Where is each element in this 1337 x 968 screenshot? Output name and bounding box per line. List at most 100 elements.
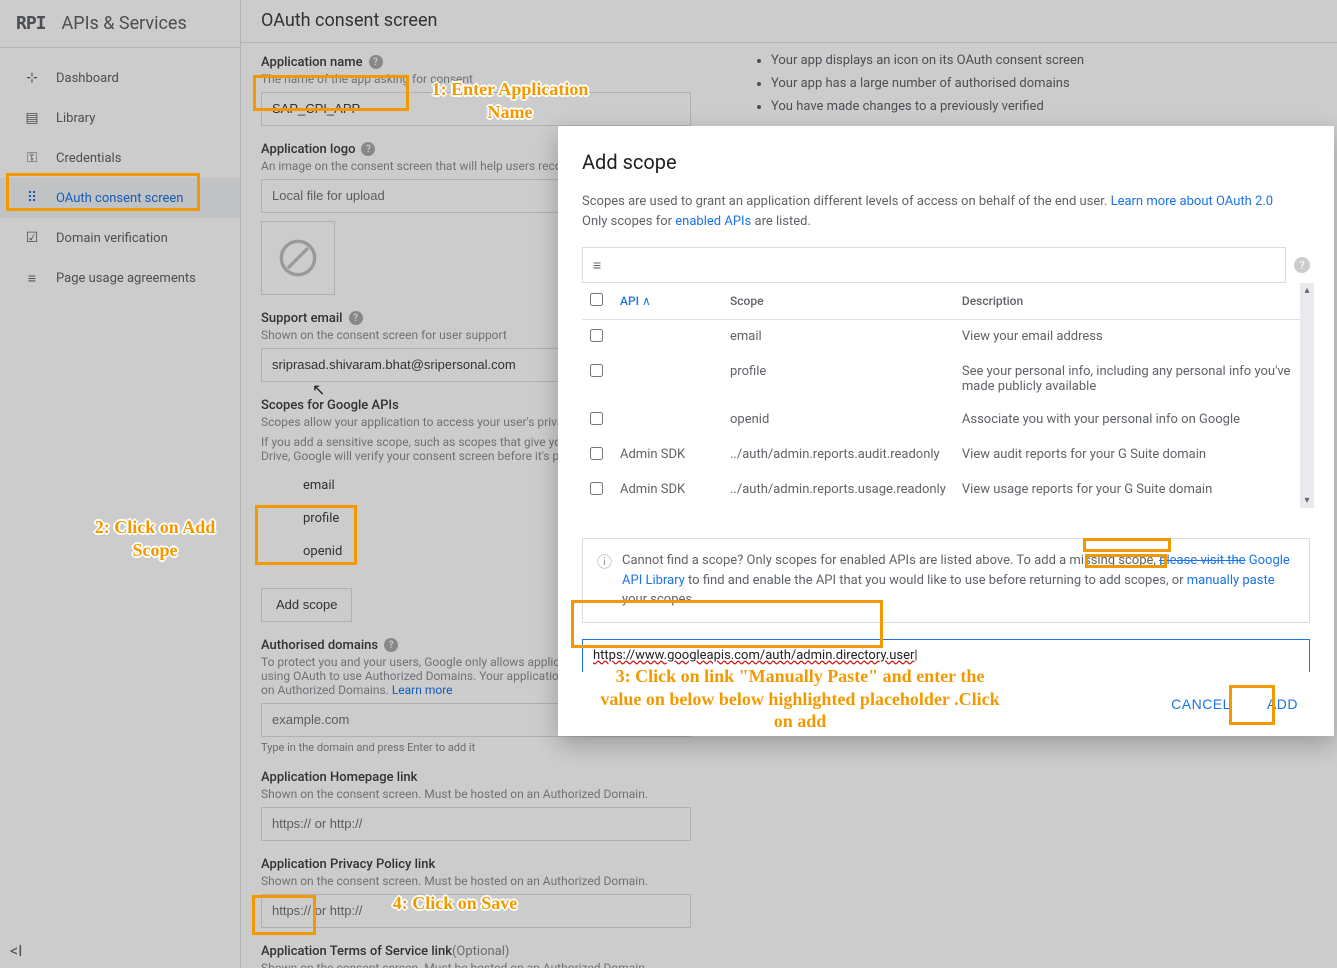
- row-checkbox[interactable]: [590, 364, 603, 377]
- sidebar-item-dashboard[interactable]: ⊹ Dashboard: [0, 58, 240, 98]
- manually-paste-link[interactable]: manually paste: [1187, 573, 1275, 588]
- sidebar-item-credentials[interactable]: ⚿ Credentials: [0, 138, 240, 178]
- side-note: You have made changes to a previously ve…: [771, 99, 1131, 114]
- field-label: Application logo: [261, 142, 355, 157]
- cell-scope: email: [722, 320, 954, 356]
- cell-desc: Associate you with your personal info on…: [954, 403, 1310, 438]
- field-help: Shown on the consent screen. Must be hos…: [261, 787, 691, 801]
- privacy-link-input[interactable]: [261, 894, 691, 928]
- field-privacy-link: Application Privacy Policy link Shown on…: [261, 857, 691, 928]
- application-name-input[interactable]: [261, 92, 691, 126]
- gcp-api-logo: RPI: [16, 13, 46, 34]
- key-icon: ⚿: [20, 150, 44, 166]
- cell-scope: openid: [722, 403, 954, 438]
- cell-scope: ../auth/admin.reports.audit.readonly: [722, 438, 954, 473]
- row-checkbox[interactable]: [590, 329, 603, 342]
- field-help: Shown on the consent screen. Must be hos…: [261, 874, 691, 888]
- sort-asc-icon: ∧: [642, 294, 651, 308]
- optional-tag: (Optional): [452, 944, 509, 959]
- sidebar-item-label: Library: [56, 111, 95, 126]
- field-label: Authorised domains: [261, 638, 378, 653]
- row-checkbox[interactable]: [590, 412, 603, 425]
- verify-icon: ☑: [20, 230, 44, 246]
- homepage-link-input[interactable]: [261, 807, 691, 841]
- scope-row: Admin SDK ../auth/admin.reports.usage.re…: [582, 473, 1310, 508]
- sidebar-item-page-usage-agreements[interactable]: ≡ Page usage agreements: [0, 258, 240, 298]
- add-scope-button[interactable]: Add scope: [261, 588, 352, 622]
- field-label: Application name: [261, 55, 363, 70]
- dialog-actions: CANCEL ADD: [558, 672, 1334, 736]
- side-note: Your app has a large number of authorise…: [771, 76, 1131, 91]
- sidebar-item-domain-verification[interactable]: ☑ Domain verification: [0, 218, 240, 258]
- scope-row: email View your email address: [582, 320, 1310, 356]
- field-label: Application Terms of Service link: [261, 944, 452, 959]
- sidebar-item-label: Domain verification: [56, 231, 168, 246]
- sidebar-item-oauth-consent[interactable]: ⠿ OAuth consent screen: [0, 178, 240, 218]
- product-name: APIs & Services: [62, 13, 187, 34]
- cell-api: Admin SDK: [612, 438, 722, 473]
- page-header: OAuth consent screen: [241, 0, 1337, 43]
- side-info-list: Your app displays an icon on its OAuth c…: [751, 53, 1131, 122]
- cell-desc: View your email address: [954, 320, 1310, 356]
- row-checkbox[interactable]: [590, 482, 603, 495]
- help-icon[interactable]: ?: [369, 55, 383, 69]
- cell-scope: profile: [722, 355, 954, 403]
- scroll-down-icon[interactable]: ▾: [1304, 495, 1309, 506]
- sidebar: RPI APIs & Services ⊹ Dashboard ▤ Librar…: [0, 0, 241, 968]
- cell-api: [612, 403, 722, 438]
- page-title: OAuth consent screen: [261, 10, 437, 31]
- help-icon[interactable]: ?: [361, 142, 375, 156]
- sidebar-item-label: Dashboard: [56, 71, 119, 86]
- dashboard-icon: ⊹: [20, 70, 44, 86]
- sidebar-item-library[interactable]: ▤ Library: [0, 98, 240, 138]
- dialog-add-button[interactable]: ADD: [1253, 688, 1312, 720]
- no-image-icon: [278, 238, 318, 278]
- logo-preview-placeholder: [261, 221, 335, 295]
- cell-desc: View audit reports for your G Suite doma…: [954, 438, 1310, 473]
- domain-hint: Type in the domain and press Enter to ad…: [261, 741, 691, 754]
- scope-row: profile See your personal info, includin…: [582, 355, 1310, 403]
- table-scrollbar[interactable]: ▴ ▾: [1300, 283, 1314, 508]
- col-scope[interactable]: Scope: [722, 283, 954, 320]
- field-label: Application Privacy Policy link: [261, 857, 435, 872]
- select-all-checkbox[interactable]: [590, 293, 603, 306]
- library-icon: ▤: [20, 110, 44, 126]
- col-description[interactable]: Description: [954, 283, 1310, 320]
- col-api[interactable]: API ∧: [612, 283, 722, 320]
- help-icon[interactable]: ?: [1294, 257, 1310, 273]
- row-checkbox[interactable]: [590, 447, 603, 460]
- sidebar-nav: ⊹ Dashboard ▤ Library ⚿ Credentials ⠿ OA…: [0, 48, 240, 298]
- field-tos-link: Application Terms of Service link (Optio…: [261, 944, 691, 968]
- cell-scope: ../auth/admin.reports.usage.readonly: [722, 473, 954, 508]
- cell-api: [612, 320, 722, 356]
- field-homepage-link: Application Homepage link Shown on the c…: [261, 770, 691, 841]
- field-help: The name of the app asking for consent: [261, 72, 691, 86]
- sidebar-item-label: Credentials: [56, 151, 121, 166]
- scope-row: Admin SDK ../auth/admin.reports.audit.re…: [582, 438, 1310, 473]
- learn-oauth-link[interactable]: Learn more about OAuth 2.0: [1111, 194, 1274, 209]
- scroll-up-icon[interactable]: ▴: [1304, 285, 1309, 296]
- scope-filter-input[interactable]: ≡: [582, 247, 1286, 283]
- enabled-apis-link[interactable]: enabled APIs: [675, 214, 751, 229]
- visit-api-library-link[interactable]: please visit the: [1159, 553, 1245, 568]
- pasted-scope-value: https://www.googleapis.com/auth/admin.di…: [593, 648, 914, 663]
- learn-more-link[interactable]: Learn more: [392, 683, 453, 697]
- dialog-desc: Scopes are used to grant an application …: [582, 192, 1310, 231]
- collapse-sidebar-icon[interactable]: <I: [0, 933, 240, 968]
- cell-api: [612, 355, 722, 403]
- info-icon: ⓘ: [597, 551, 612, 610]
- dialog-cancel-button[interactable]: CANCEL: [1157, 688, 1245, 720]
- field-label: Support email: [261, 311, 343, 326]
- cell-desc: See your personal info, including any pe…: [954, 355, 1310, 403]
- agreement-icon: ≡: [20, 270, 44, 287]
- manual-scope-input[interactable]: https://www.googleapis.com/auth/admin.di…: [582, 639, 1310, 673]
- field-label: Application Homepage link: [261, 770, 417, 785]
- field-help: Shown on the consent screen. Must be hos…: [261, 961, 691, 968]
- add-scope-dialog: Add scope Scopes are used to grant an ap…: [558, 126, 1334, 736]
- cell-desc: View usage reports for your G Suite doma…: [954, 473, 1310, 508]
- help-icon[interactable]: ?: [384, 638, 398, 652]
- consent-icon: ⠿: [20, 190, 44, 206]
- cell-api: Admin SDK: [612, 473, 722, 508]
- scope-row: openid Associate you with your personal …: [582, 403, 1310, 438]
- help-icon[interactable]: ?: [349, 311, 363, 325]
